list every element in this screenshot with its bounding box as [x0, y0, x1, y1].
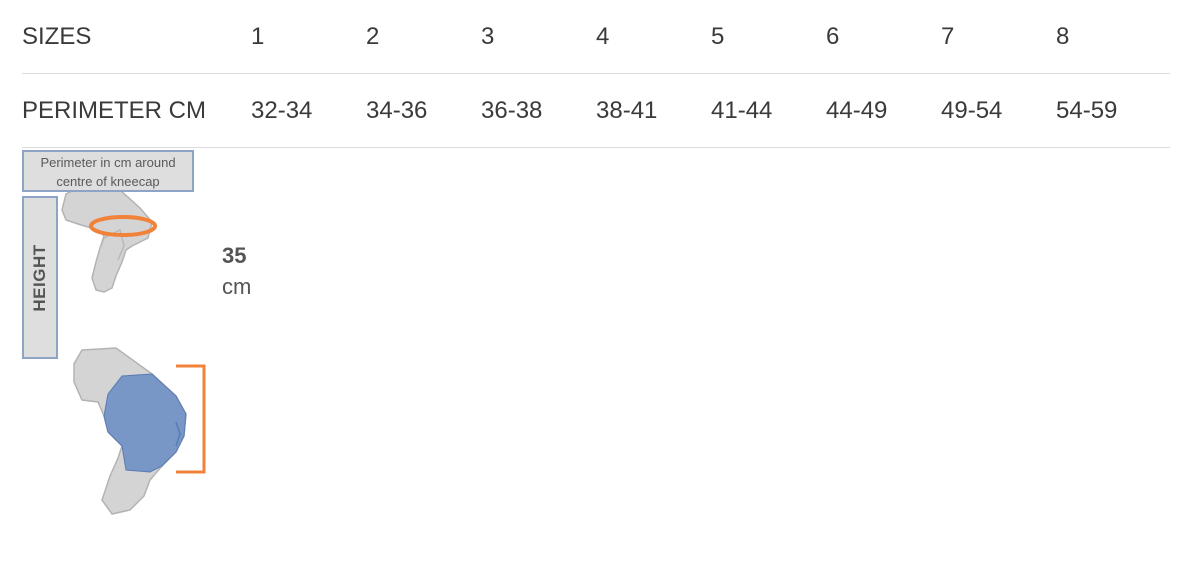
knee-brace-shape	[103, 373, 187, 473]
size-cell: 3	[481, 0, 596, 74]
perimeter-cell: 34-36	[366, 73, 481, 148]
perimeter-cell: 44-49	[826, 73, 941, 148]
perimeter-cell: 36-38	[481, 73, 596, 148]
perimeter-cell: 32-34	[251, 73, 366, 148]
height-unit: cm	[222, 274, 252, 299]
knee-height-illustration	[73, 347, 206, 515]
row-label-perimeter: PERIMETER CM	[22, 73, 251, 148]
height-value: 35	[222, 243, 247, 268]
perimeter-cell: 49-54	[941, 73, 1056, 148]
perimeter-cell: 41-44	[711, 73, 826, 148]
height-label: HEIGHT	[30, 243, 49, 312]
size-cell: 8	[1056, 0, 1170, 74]
height-label-box: HEIGHT	[22, 196, 58, 359]
size-cell: 4	[596, 0, 711, 74]
knee-perimeter-illustration	[61, 180, 157, 293]
size-cell: 1	[251, 0, 366, 74]
table-row-sizes: SIZES 1 2 3 4 5 6 7 8	[22, 0, 1170, 74]
size-chart-table: SIZES 1 2 3 4 5 6 7 8 PERIMETER CM 32-34…	[22, 0, 1170, 148]
size-cell: 6	[826, 0, 941, 74]
table-row-perimeter: PERIMETER CM 32-34 34-36 36-38 38-41 41-…	[22, 73, 1170, 148]
row-label-sizes: SIZES	[22, 0, 251, 74]
size-cell: 5	[711, 0, 826, 74]
size-cell: 2	[366, 0, 481, 74]
perimeter-caption: Perimeter in cm around centre of kneecap	[22, 150, 194, 192]
perimeter-cell: 38-41	[596, 73, 711, 148]
perimeter-caption-line: Perimeter in cm around	[40, 155, 176, 170]
perimeter-cell: 54-59	[1056, 73, 1170, 148]
perimeter-caption-line: centre of kneecap	[56, 174, 160, 189]
size-cell: 7	[941, 0, 1056, 74]
